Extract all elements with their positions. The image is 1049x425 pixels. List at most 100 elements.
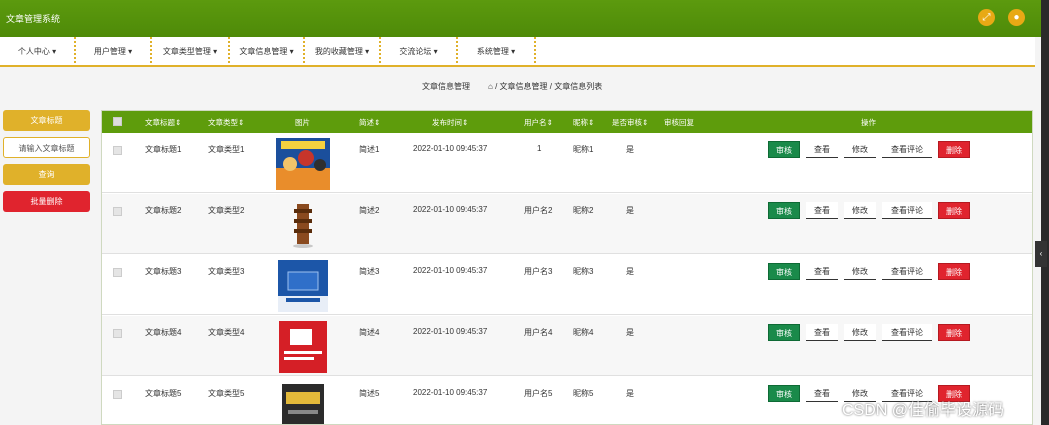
cell-summary: 简述5 <box>359 389 380 398</box>
view-comments-button[interactable]: 查看评论 <box>882 324 932 341</box>
nav-item-article-info-management[interactable]: 文章信息管理 ▾ <box>230 37 305 67</box>
nav-item-article-type-management[interactable]: 文章类型管理 ▾ <box>152 37 230 67</box>
cell-time: 2022-01-10 09:45:37 <box>413 327 488 336</box>
audit-button[interactable]: 审核 <box>768 141 800 158</box>
main-nav: 个人中心 ▾ 用户管理 ▾ 文章类型管理 ▾ 文章信息管理 ▾ 我的收藏管理 ▾… <box>0 37 1035 67</box>
search-button[interactable]: 查询 <box>3 164 90 185</box>
column-header-user[interactable]: 用户名⇕ <box>524 117 553 128</box>
audit-button[interactable]: 审核 <box>768 324 800 341</box>
row-checkbox[interactable] <box>113 268 122 277</box>
cell-summary: 简述2 <box>359 206 380 215</box>
expand-icon[interactable]: ⤢ <box>978 9 995 26</box>
article-table: 文章标题⇕ 文章类型⇕ 图片 简述⇕ 发布时间⇕ 用户名⇕ 昵称⇕ 是否审核⇕ … <box>101 110 1033 425</box>
view-comments-button[interactable]: 查看评论 <box>882 202 932 219</box>
cell-title: 文章标题2 <box>145 206 182 215</box>
table-row: 文章标题4 文章类型4 简述4 2022-01-10 09:45:37 用户名4… <box>102 316 1032 376</box>
cell-type: 文章类型2 <box>208 206 245 215</box>
view-button[interactable]: 查看 <box>806 263 838 280</box>
audit-button[interactable]: 审核 <box>768 385 800 402</box>
cell-audited: 是 <box>626 328 634 337</box>
delete-button[interactable]: 删除 <box>938 263 970 280</box>
delete-button[interactable]: 删除 <box>938 202 970 219</box>
column-header-type[interactable]: 文章类型⇕ <box>208 117 244 128</box>
view-button[interactable]: 查看 <box>806 385 838 402</box>
cell-nick: 昵称2 <box>573 206 594 215</box>
cell-audited: 是 <box>626 389 634 398</box>
batch-delete-button[interactable]: 批量删除 <box>3 191 90 212</box>
search-input[interactable]: 请输入文章标题 <box>3 137 90 158</box>
home-icon[interactable]: ⌂ <box>488 82 493 91</box>
row-checkbox[interactable] <box>113 390 122 399</box>
row-checkbox[interactable] <box>113 146 122 155</box>
edit-button[interactable]: 修改 <box>844 263 876 280</box>
delete-button[interactable]: 删除 <box>938 324 970 341</box>
table-row: 文章标题1 文章类型1 简述1 2022-01-10 09:45:37 1 昵称… <box>102 133 1032 193</box>
cell-user: 用户名3 <box>524 267 553 276</box>
article-image <box>278 260 328 312</box>
article-image <box>276 138 330 190</box>
cell-title: 文章标题3 <box>145 267 182 276</box>
audit-button[interactable]: 审核 <box>768 202 800 219</box>
column-header-time[interactable]: 发布时间⇕ <box>432 117 468 128</box>
cell-type: 文章类型4 <box>208 328 245 337</box>
table-row: 文章标题3 文章类型3 简述3 2022-01-10 09:45:37 用户名3… <box>102 255 1032 315</box>
nav-item-favorites-management[interactable]: 我的收藏管理 ▾ <box>305 37 381 67</box>
cell-title: 文章标题1 <box>145 145 182 154</box>
table-row: 文章标题2 文章类型2 简述2 2022-01-10 09:45:37 用户名2… <box>102 194 1032 254</box>
chevron-down-icon: ▾ <box>289 47 294 56</box>
cell-summary: 简述3 <box>359 267 380 276</box>
cell-type: 文章类型1 <box>208 145 245 154</box>
cell-type: 文章类型3 <box>208 267 245 276</box>
cell-time: 2022-01-10 09:45:37 <box>413 144 488 153</box>
article-image <box>276 199 330 251</box>
cell-time: 2022-01-10 09:45:37 <box>413 266 488 275</box>
cell-user: 用户名2 <box>524 206 553 215</box>
view-comments-button[interactable]: 查看评论 <box>882 141 932 158</box>
column-header-title[interactable]: 文章标题⇕ <box>145 117 181 128</box>
search-field-label: 文章标题 <box>3 110 90 131</box>
edit-button[interactable]: 修改 <box>844 202 876 219</box>
cell-user: 用户名4 <box>524 328 553 337</box>
column-header-summary[interactable]: 简述⇕ <box>359 117 380 128</box>
column-header-nick[interactable]: 昵称⇕ <box>573 117 594 128</box>
view-comments-button[interactable]: 查看评论 <box>882 263 932 280</box>
cell-nick: 昵称1 <box>573 145 594 154</box>
cell-type: 文章类型5 <box>208 389 245 398</box>
column-header-image: 图片 <box>295 118 310 127</box>
row-checkbox[interactable] <box>113 329 122 338</box>
chevron-down-icon: ▾ <box>52 47 57 56</box>
view-button[interactable]: 查看 <box>806 324 838 341</box>
audit-button[interactable]: 审核 <box>768 263 800 280</box>
cell-nick: 昵称3 <box>573 267 594 276</box>
cell-audited: 是 <box>626 145 634 154</box>
edit-button[interactable]: 修改 <box>844 324 876 341</box>
column-header-actions: 操作 <box>861 118 876 127</box>
cell-title: 文章标题4 <box>145 328 182 337</box>
app-title: 文章管理系统 <box>6 14 61 24</box>
column-header-audited[interactable]: 是否审核⇕ <box>612 117 648 128</box>
chevron-down-icon: ▾ <box>433 47 438 56</box>
nav-item-forum[interactable]: 交流论坛 ▾ <box>381 37 458 67</box>
top-bar: 文章管理系统 ⤢ ● <box>0 0 1049 37</box>
delete-button[interactable]: 删除 <box>938 141 970 158</box>
user-icon[interactable]: ● <box>1008 9 1025 26</box>
nav-item-personal-center[interactable]: 个人中心 ▾ <box>0 37 76 67</box>
select-all-checkbox[interactable] <box>113 117 122 126</box>
view-button[interactable]: 查看 <box>806 202 838 219</box>
article-image <box>279 321 327 373</box>
cell-summary: 简述1 <box>359 145 380 154</box>
cell-audited: 是 <box>626 267 634 276</box>
column-header-reply: 审核回复 <box>664 118 694 127</box>
cell-nick: 昵称5 <box>573 389 594 398</box>
chevron-down-icon: ▾ <box>511 47 516 56</box>
cell-summary: 简述4 <box>359 328 380 337</box>
cell-time: 2022-01-10 09:45:37 <box>413 205 488 214</box>
cell-time: 2022-01-10 09:45:37 <box>413 388 488 397</box>
row-checkbox[interactable] <box>113 207 122 216</box>
nav-item-user-management[interactable]: 用户管理 ▾ <box>76 37 152 67</box>
edit-button[interactable]: 修改 <box>844 141 876 158</box>
nav-item-system-management[interactable]: 系统管理 ▾ <box>458 37 536 67</box>
view-button[interactable]: 查看 <box>806 141 838 158</box>
watermark: CSDN @佳偷毕设源码 <box>842 402 1005 419</box>
chevron-left-icon[interactable]: ‹ <box>1035 241 1047 267</box>
